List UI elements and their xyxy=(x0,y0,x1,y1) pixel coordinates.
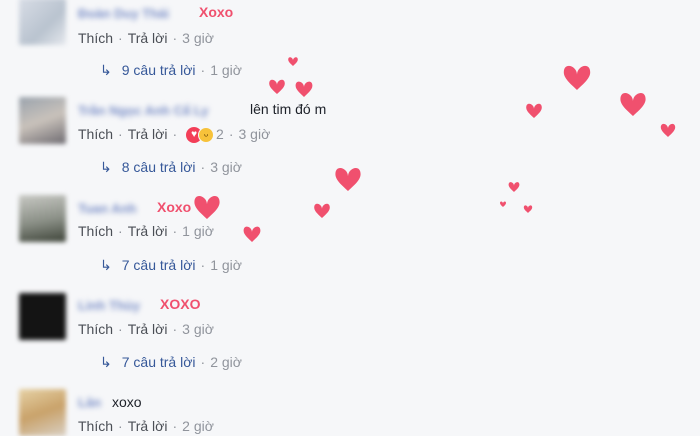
reply-link[interactable]: Trả lời xyxy=(128,418,168,434)
timestamp[interactable]: 2 giờ xyxy=(182,418,214,434)
reply-link[interactable]: Trả lời xyxy=(128,30,168,46)
like-link[interactable]: Thích xyxy=(78,321,113,337)
replies-count[interactable]: 8 câu trả lời xyxy=(122,159,196,175)
reply-arrow-icon: ↳ xyxy=(100,159,112,175)
haha-reaction-icon: ᵕ xyxy=(198,127,215,144)
like-link[interactable]: Thích xyxy=(78,30,113,46)
heart-icon xyxy=(500,201,506,207)
heart-icon xyxy=(295,81,313,97)
replies-count[interactable]: 7 câu trả lời xyxy=(122,354,196,370)
comment-actions: Thích · Trả lời · 3 giờ xyxy=(78,30,214,46)
timestamp[interactable]: 3 giờ xyxy=(182,321,214,337)
commenter-name[interactable]: Lân xyxy=(78,395,101,410)
replies-count[interactable]: 9 câu trả lời xyxy=(122,62,196,78)
comment-text: xoxo xyxy=(112,394,142,410)
reaction-count[interactable]: 2 xyxy=(216,126,224,142)
heart-icon xyxy=(269,79,285,94)
comment-text: Xoxo xyxy=(157,199,192,215)
view-replies[interactable]: ↳ 8 câu trả lời · 3 giờ xyxy=(100,159,242,176)
commenter-name[interactable]: Linh Thùy xyxy=(78,298,140,313)
timestamp[interactable]: 3 giờ xyxy=(239,126,271,142)
reply-arrow-icon: ↳ xyxy=(100,354,112,370)
heart-icon xyxy=(563,65,591,90)
comment-actions: Thích · Trả lời · 1 giờ xyxy=(78,223,214,239)
replies-time: 1 giờ xyxy=(210,62,242,78)
heart-icon xyxy=(523,205,533,213)
reply-arrow-icon: ↳ xyxy=(100,62,112,78)
heart-icon xyxy=(620,92,646,116)
replies-count[interactable]: 7 câu trả lời xyxy=(122,257,196,273)
replies-time: 3 giờ xyxy=(210,159,242,175)
avatar[interactable] xyxy=(19,195,66,242)
avatar[interactable] xyxy=(19,0,66,45)
heart-icon xyxy=(508,182,520,192)
timestamp[interactable]: 1 giờ xyxy=(182,223,214,239)
reply-link[interactable]: Trả lời xyxy=(128,223,168,239)
heart-icon xyxy=(526,103,542,118)
heart-icon xyxy=(288,57,298,66)
heart-icon xyxy=(194,195,220,219)
commenter-name[interactable]: Trần Ngọc Anh Cẩ Ly xyxy=(78,103,209,118)
reactions[interactable]: ♥ ᵕ xyxy=(186,126,216,144)
view-replies[interactable]: ↳ 7 câu trả lời · 1 giờ xyxy=(100,257,242,274)
commenter-name[interactable]: Tuan Anh xyxy=(78,201,137,216)
avatar[interactable] xyxy=(19,389,66,436)
like-link[interactable]: Thích xyxy=(78,418,113,434)
timestamp[interactable]: 3 giờ xyxy=(182,30,214,46)
like-link[interactable]: Thích xyxy=(78,126,113,142)
heart-icon xyxy=(660,123,676,137)
avatar[interactable] xyxy=(19,293,66,340)
reply-link[interactable]: Trả lời xyxy=(128,126,168,142)
view-replies[interactable]: ↳ 9 câu trả lời · 1 giờ xyxy=(100,62,242,79)
comment-actions: Thích · Trả lời · 3 giờ xyxy=(78,321,214,337)
comment-text: XOXO xyxy=(160,296,201,312)
replies-time: 1 giờ xyxy=(210,257,242,273)
comment-text: lên tim đó m xyxy=(250,101,327,117)
view-replies[interactable]: ↳ 7 câu trả lời · 2 giờ xyxy=(100,354,242,371)
heart-icon xyxy=(314,203,330,218)
reply-link[interactable]: Trả lời xyxy=(128,321,168,337)
heart-icon xyxy=(243,226,261,242)
avatar[interactable] xyxy=(19,97,66,144)
like-link[interactable]: Thích xyxy=(78,223,113,239)
comment-text: Xoxo xyxy=(199,4,234,20)
comment-actions: Thích · Trả lời · ♥ ᵕ 2 · 3 giờ xyxy=(78,126,271,144)
comment-actions: Thích · Trả lời · 2 giờ xyxy=(78,418,214,434)
commenter-name[interactable]: Đoàn Duy Thái xyxy=(78,6,169,21)
heart-icon xyxy=(335,167,361,191)
reply-arrow-icon: ↳ xyxy=(100,257,112,273)
replies-time: 2 giờ xyxy=(210,354,242,370)
